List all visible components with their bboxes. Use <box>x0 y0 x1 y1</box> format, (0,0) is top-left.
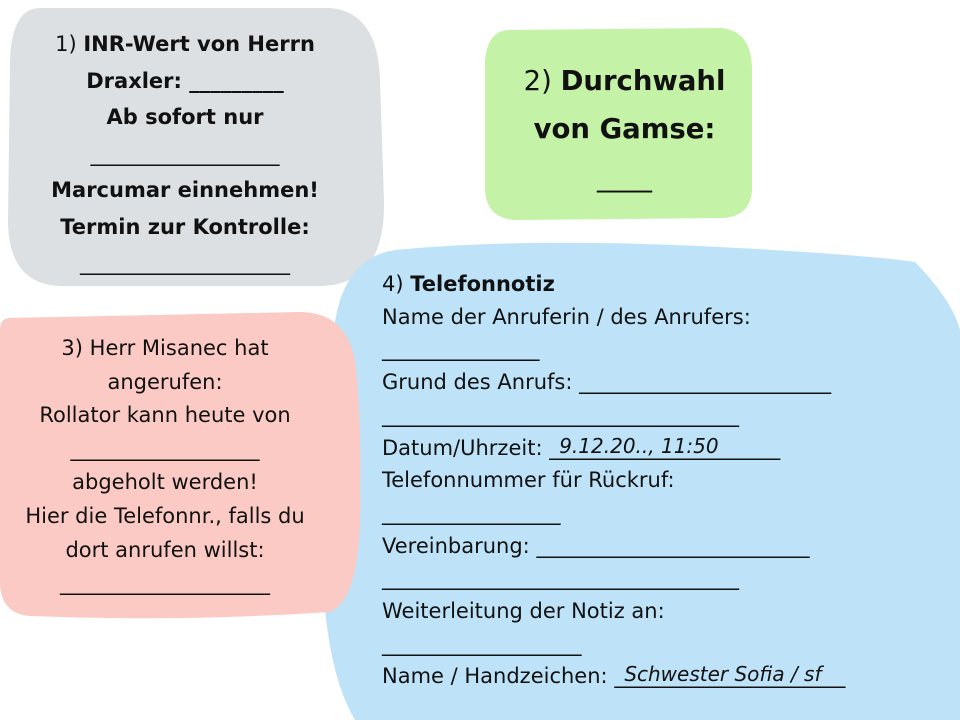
misanec-text: 3) Herr Misanec hat angerufen: Rollator … <box>0 332 330 601</box>
misanec-line-8-blank: ____________________ <box>60 571 270 596</box>
misanec-line-2: angerufen: <box>107 369 223 394</box>
misanec-line-5: abgeholt werden! <box>72 470 258 495</box>
misanec-line-1: 3) Herr Misanec hat <box>61 336 269 360</box>
misanec-line-7: dort anrufen willst: <box>65 537 265 562</box>
misanec-line-3: Rollator kann heute von <box>39 403 291 428</box>
misanec-line-6: Hier die Telefonnr., falls du <box>25 503 305 528</box>
misanec-line-4-blank: __________________ <box>70 436 260 461</box>
